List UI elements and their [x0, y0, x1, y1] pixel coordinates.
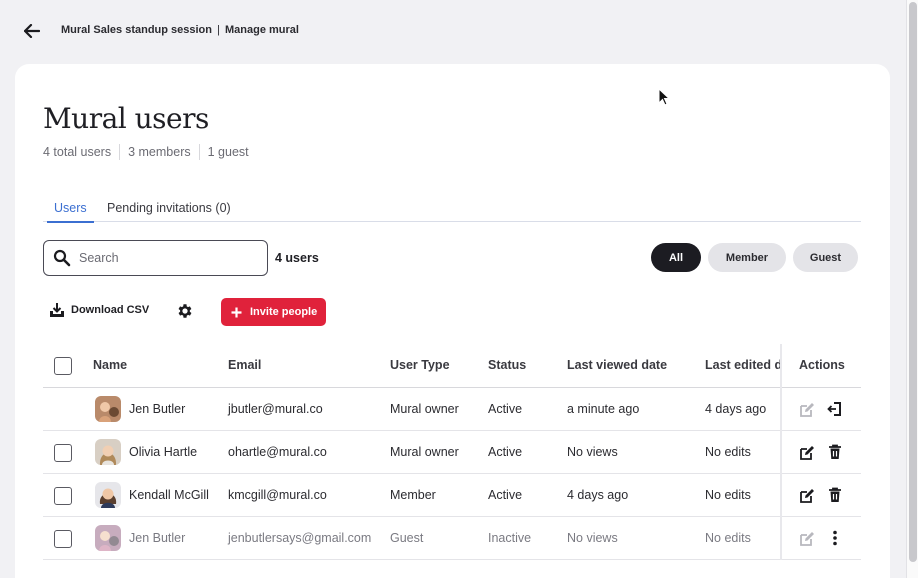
- row-checkbox[interactable]: [54, 530, 72, 548]
- avatar: [95, 396, 121, 422]
- last-edited: 4 days ago: [705, 402, 767, 416]
- column-status-header[interactable]: Status: [488, 358, 526, 372]
- edit-icon[interactable]: [799, 445, 815, 461]
- column-last-viewed-header[interactable]: Last viewed date: [567, 358, 667, 372]
- divider: [119, 144, 121, 160]
- select-all-checkbox[interactable]: [54, 357, 72, 375]
- last-edited: No edits: [705, 531, 751, 545]
- table-row: Jen Butler jenbutlersays@gmail.com Guest…: [43, 517, 861, 560]
- user-type: Member: [390, 488, 436, 502]
- table-toolbar: Download CSV Invite people: [49, 298, 349, 326]
- scrollbar-thumb[interactable]: [909, 2, 917, 562]
- row-checkbox[interactable]: [54, 487, 72, 505]
- user-type: Mural owner: [390, 445, 459, 459]
- members-count: 3 members: [128, 145, 191, 159]
- avatar: [95, 439, 121, 465]
- breadcrumb-current: Manage mural: [224, 24, 299, 36]
- last-viewed: No views: [567, 531, 618, 545]
- divider: [198, 144, 200, 160]
- user-type: Guest: [390, 531, 424, 545]
- tab-bar: Users Pending invitations (0): [43, 198, 861, 223]
- user-type-filters: All Member Guest: [651, 243, 858, 272]
- filter-all-pill[interactable]: All: [651, 243, 701, 272]
- user-email: kmcgill@mural.co: [228, 488, 327, 502]
- plus-icon: [231, 307, 242, 317]
- user-status: Active: [488, 488, 523, 502]
- settings-gear-icon[interactable]: [176, 302, 194, 320]
- filter-guest-pill[interactable]: Guest: [793, 243, 858, 272]
- tab-pending-invitations[interactable]: Pending invitations (0): [107, 201, 231, 215]
- total-users-count: 4 total users: [43, 145, 112, 159]
- avatar: [95, 482, 121, 508]
- user-status: Active: [488, 402, 523, 416]
- filtered-user-count: 4 users: [275, 251, 319, 265]
- user-status: Inactive: [488, 531, 532, 545]
- page-title: Mural users: [43, 102, 209, 135]
- user-name: Olivia Hartle: [129, 445, 198, 459]
- table-row: Kendall McGill kmcgill@mural.co Member A…: [43, 474, 861, 517]
- last-viewed: 4 days ago: [567, 488, 629, 502]
- user-type: Mural owner: [390, 402, 459, 416]
- invite-people-label: Invite people: [250, 306, 318, 318]
- page-scrollbar[interactable]: [906, 0, 918, 578]
- search-icon: [53, 249, 71, 267]
- trash-icon[interactable]: [827, 487, 843, 503]
- invite-people-button[interactable]: Invite people: [221, 298, 326, 326]
- main-card: Mural users 4 total users 3 members 1 gu…: [15, 64, 890, 578]
- user-name: Kendall McGill: [129, 488, 209, 502]
- avatar: [95, 525, 121, 551]
- user-email: ohartle@mural.co: [228, 445, 327, 459]
- row-checkbox[interactable]: [54, 444, 72, 462]
- edit-icon: [800, 532, 814, 546]
- tab-users[interactable]: Users: [47, 201, 94, 223]
- download-csv-button[interactable]: Download CSV: [49, 302, 149, 318]
- download-csv-label: Download CSV: [71, 304, 150, 316]
- breadcrumb-mural-name[interactable]: Mural Sales standup session: [61, 24, 212, 36]
- trash-icon[interactable]: [827, 444, 843, 460]
- column-name-header[interactable]: Name: [93, 358, 127, 372]
- leave-icon[interactable]: [827, 401, 843, 417]
- back-arrow-icon[interactable]: [22, 21, 42, 41]
- table-header: Name Email User Type Status Last viewed …: [43, 344, 861, 388]
- breadcrumb-separator: |: [217, 24, 220, 36]
- search-box[interactable]: [43, 240, 268, 276]
- search-input[interactable]: [79, 251, 249, 265]
- last-viewed: a minute ago: [567, 402, 640, 416]
- user-name: Jen Butler: [129, 402, 186, 416]
- edit-icon: [800, 403, 814, 417]
- last-edited: No edits: [705, 445, 751, 459]
- more-vertical-icon[interactable]: [827, 530, 843, 546]
- breadcrumb: Mural Sales standup session | Manage mur…: [61, 24, 299, 36]
- column-email-header[interactable]: Email: [228, 358, 261, 372]
- top-bar: Mural Sales standup session | Manage mur…: [0, 0, 906, 62]
- table-row: Jen Butler jbutler@mural.co Mural owner …: [43, 388, 861, 431]
- user-counts: 4 total users 3 members 1 guest: [43, 144, 249, 160]
- table-row: Olivia Hartle ohartle@mural.co Mural own…: [43, 431, 861, 474]
- filter-member-pill[interactable]: Member: [708, 243, 786, 272]
- download-icon: [50, 303, 64, 317]
- mouse-cursor-icon: [658, 88, 670, 106]
- guests-count: 1 guest: [207, 145, 249, 159]
- column-user-type-header[interactable]: User Type: [390, 358, 450, 372]
- actions-column-divider: [780, 344, 782, 560]
- user-email: jbutler@mural.co: [228, 402, 323, 416]
- user-status: Active: [488, 445, 523, 459]
- edit-icon[interactable]: [799, 488, 815, 504]
- last-viewed: No views: [567, 445, 618, 459]
- user-email: jenbutlersays@gmail.com: [228, 531, 372, 545]
- column-actions-header: Actions: [799, 358, 845, 372]
- user-name: Jen Butler: [129, 531, 186, 545]
- last-edited: No edits: [705, 488, 751, 502]
- column-last-edited-header[interactable]: Last edited da: [705, 358, 781, 372]
